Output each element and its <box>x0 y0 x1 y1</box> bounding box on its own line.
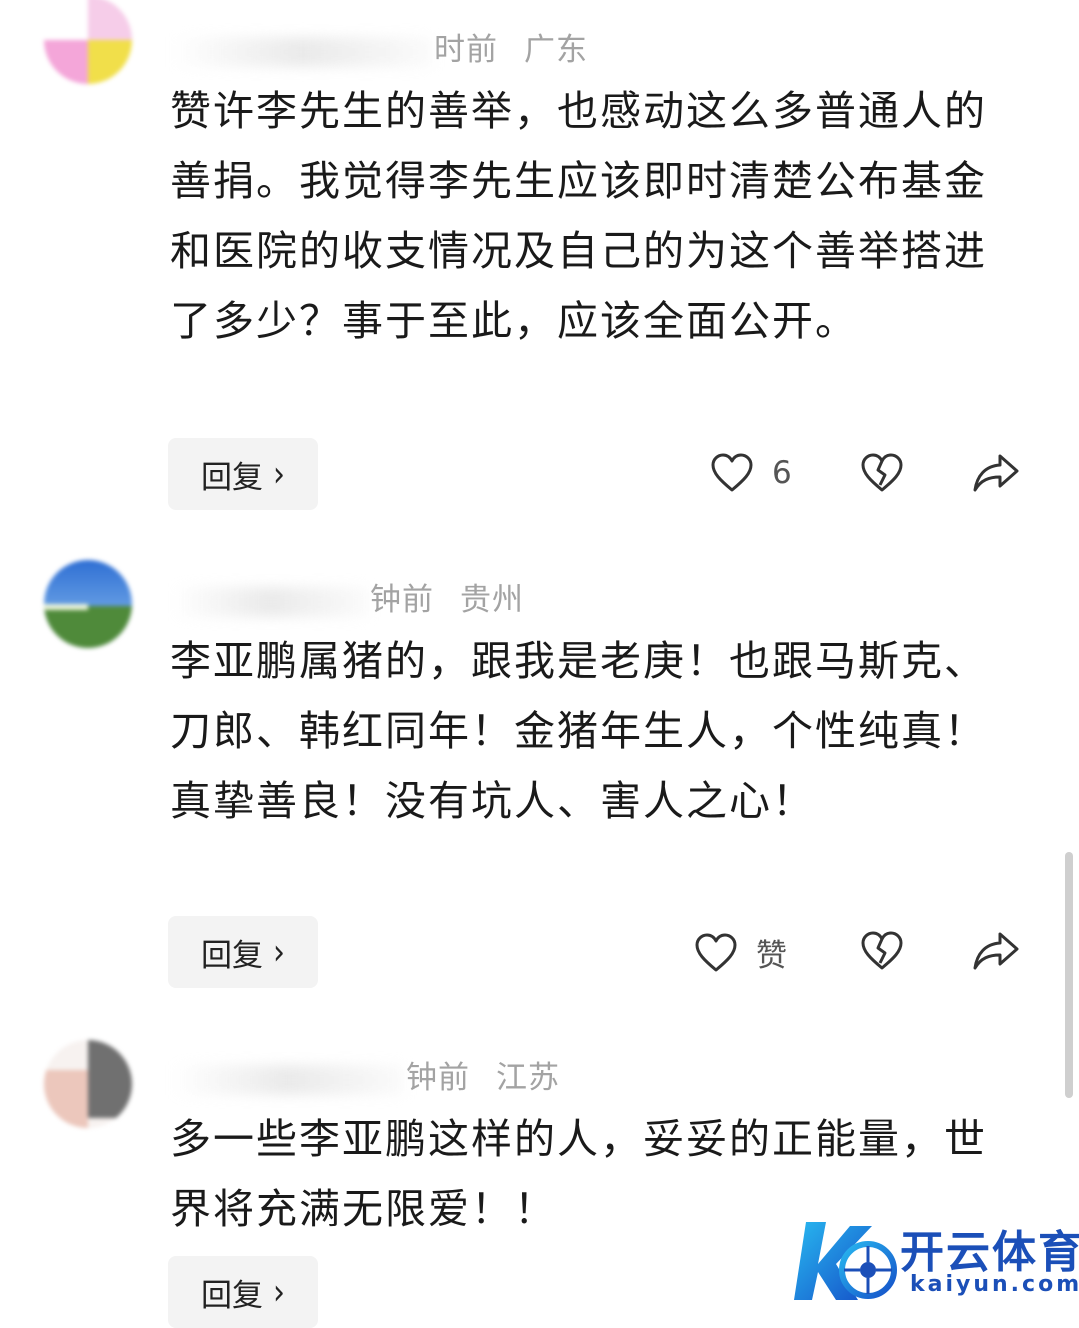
broken-heart-icon <box>861 931 903 970</box>
share-button[interactable] <box>972 452 1020 498</box>
watermark-logo: 开云体育 kaiyun.com <box>792 1212 1079 1312</box>
username-blurred[interactable] <box>172 586 368 617</box>
share-button[interactable] <box>972 930 1020 976</box>
share-icon <box>973 932 1019 970</box>
comment-meta: 钟前 贵州 <box>172 574 524 619</box>
comment-time: 钟前 <box>406 1060 470 1096</box>
scrollbar[interactable] <box>1065 852 1073 1098</box>
comment-meta: 钟前 江苏 <box>172 1052 560 1097</box>
heart-icon <box>695 933 737 971</box>
comment-text: 李亚鹏属猪的，跟我是老庚！也跟马斯克、刀郎、韩红同年！金猪年生人，个性纯真！真挚… <box>170 637 987 825</box>
like-button[interactable]: 6 <box>710 452 792 494</box>
chevron-right-icon: › <box>273 1271 285 1313</box>
watermark-domain: kaiyun.com <box>910 1272 1079 1297</box>
comment-actions: 赞 <box>0 916 1079 988</box>
avatar[interactable] <box>44 560 132 648</box>
reply-button[interactable]: 回复 › <box>168 1256 318 1328</box>
reply-label: 回复 <box>201 1277 263 1314</box>
comment-location: 广东 <box>524 32 588 68</box>
watermark-title: 开云体育 <box>900 1227 1079 1278</box>
username-blurred[interactable] <box>172 1064 404 1095</box>
like-count: 6 <box>772 455 792 491</box>
broken-heart-icon <box>861 453 903 492</box>
comment-location: 江苏 <box>496 1060 560 1096</box>
comment-location: 贵州 <box>460 582 524 618</box>
like-button[interactable]: 赞 <box>694 930 787 975</box>
dislike-button[interactable] <box>860 930 904 976</box>
like-label: 赞 <box>756 938 787 974</box>
heart-icon <box>711 453 753 492</box>
username-blurred[interactable] <box>172 36 432 67</box>
comment-meta: 时前 广东 <box>172 24 588 69</box>
comment-time: 钟前 <box>370 582 434 618</box>
share-icon <box>973 454 1019 492</box>
comment-time: 时前 <box>434 32 498 68</box>
comment-actions: 6 <box>0 438 1079 510</box>
dislike-button[interactable] <box>860 452 904 498</box>
comment-text: 赞许李先生的善举，也感动这么多普通人的善捐。我觉得李先生应该即时清楚公布基金和医… <box>170 87 987 345</box>
kaiyun-logo-icon <box>794 1222 897 1300</box>
avatar[interactable] <box>44 0 132 84</box>
avatar[interactable] <box>44 1040 132 1128</box>
